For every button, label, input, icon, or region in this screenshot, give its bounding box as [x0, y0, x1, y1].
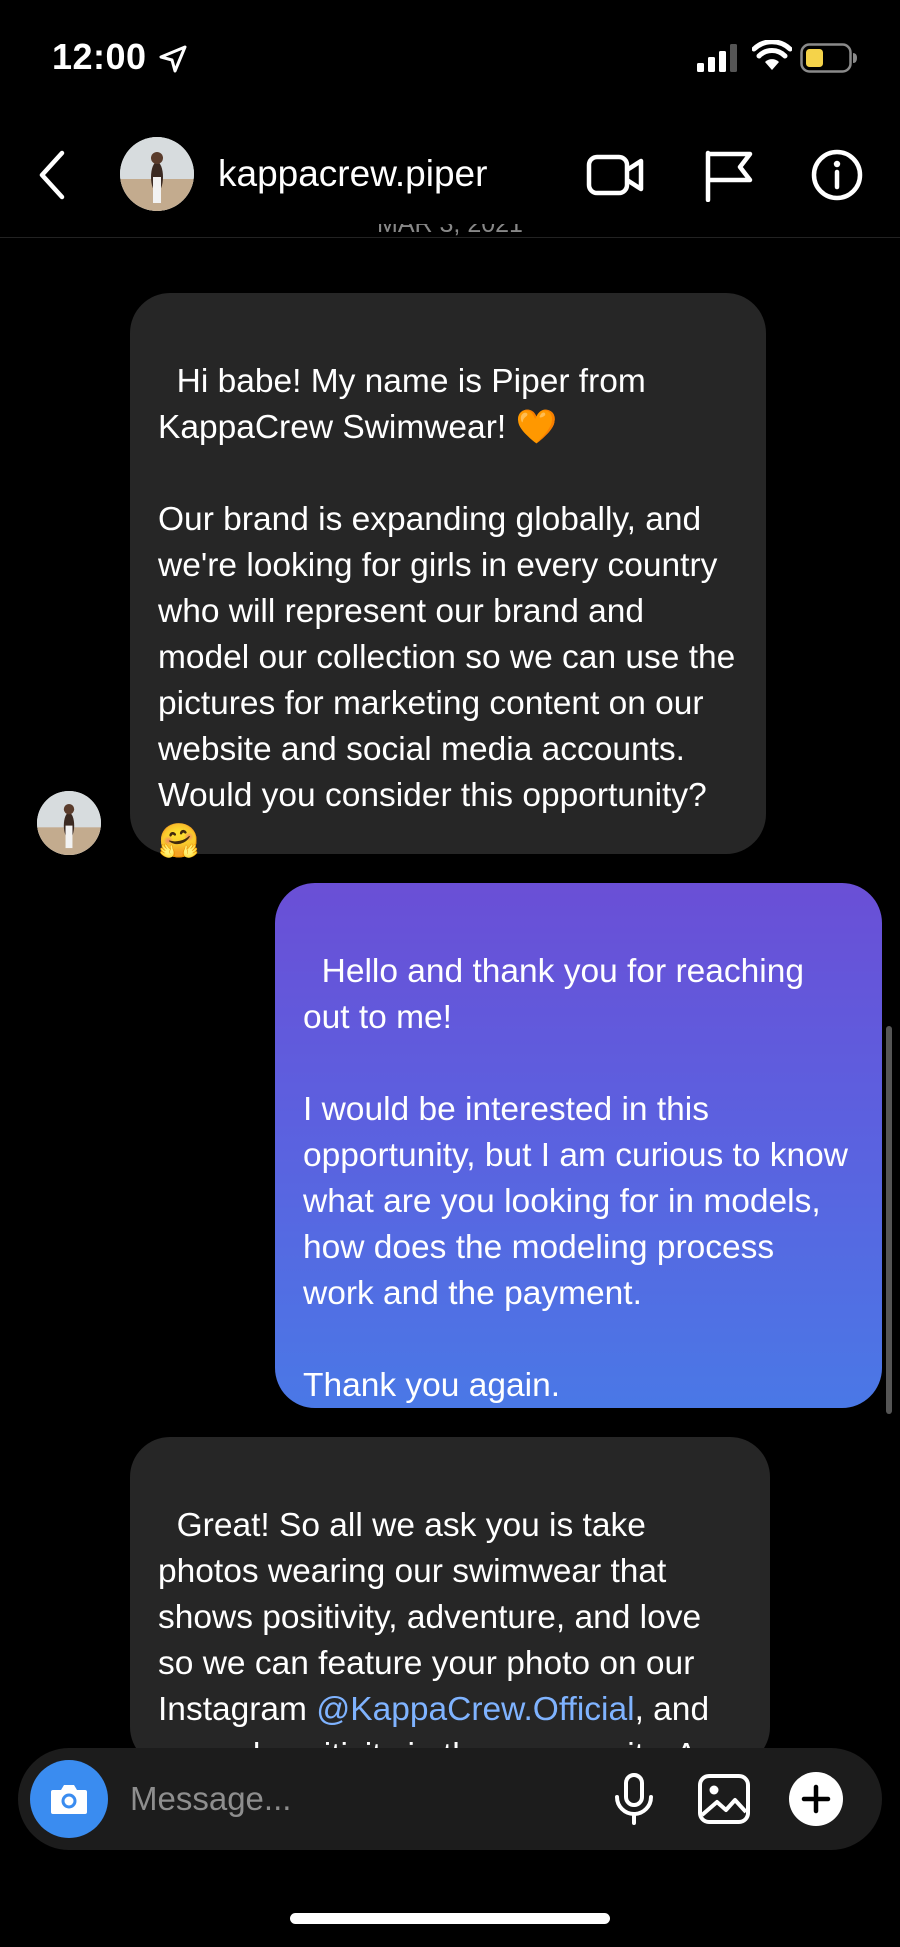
outgoing-message[interactable]: Hello and thank you for reaching out to … — [275, 883, 882, 1408]
camera-icon — [51, 1785, 87, 1814]
wifi-icon — [752, 40, 792, 70]
flag-icon[interactable] — [700, 148, 760, 202]
cellular-signal-icon — [697, 44, 737, 72]
profile-photo — [37, 791, 101, 855]
mention-link[interactable]: @KappaCrew.Official — [316, 1691, 634, 1728]
microphone-icon[interactable] — [605, 1770, 663, 1828]
chat-username[interactable]: kappacrew.piper — [218, 153, 487, 195]
video-call-icon[interactable] — [585, 148, 645, 202]
incoming-message[interactable]: Great! So all we ask you is take photos … — [130, 1437, 770, 1767]
home-indicator[interactable] — [290, 1913, 610, 1924]
gallery-icon[interactable] — [695, 1770, 753, 1828]
info-icon[interactable] — [808, 148, 866, 202]
incoming-message[interactable]: Hi babe! My name is Piper from KappaCrew… — [130, 293, 766, 860]
back-chevron-icon[interactable] — [30, 145, 80, 205]
status-bar: 12:00 — [0, 0, 900, 110]
status-time: 12:00 — [52, 36, 147, 77]
date-divider: MAR 3, 2021 — [0, 224, 900, 252]
camera-button[interactable] — [30, 1760, 108, 1838]
battery-icon — [800, 43, 857, 73]
avatar[interactable] — [120, 137, 194, 211]
date-label: MAR 3, 2021 — [377, 224, 523, 238]
message-text: Hello and thank you for reaching out to … — [303, 953, 848, 1404]
plus-icon[interactable] — [787, 1770, 845, 1828]
location-arrow-icon — [159, 45, 187, 73]
chat-header: kappacrew.piper — [0, 110, 900, 238]
sender-avatar[interactable] — [37, 791, 101, 855]
message-input[interactable] — [130, 1772, 490, 1826]
profile-photo — [120, 137, 194, 211]
message-text: Hi babe! My name is Piper from KappaCrew… — [158, 363, 736, 860]
message-composer — [18, 1748, 882, 1850]
scrollbar[interactable] — [886, 1026, 892, 1414]
